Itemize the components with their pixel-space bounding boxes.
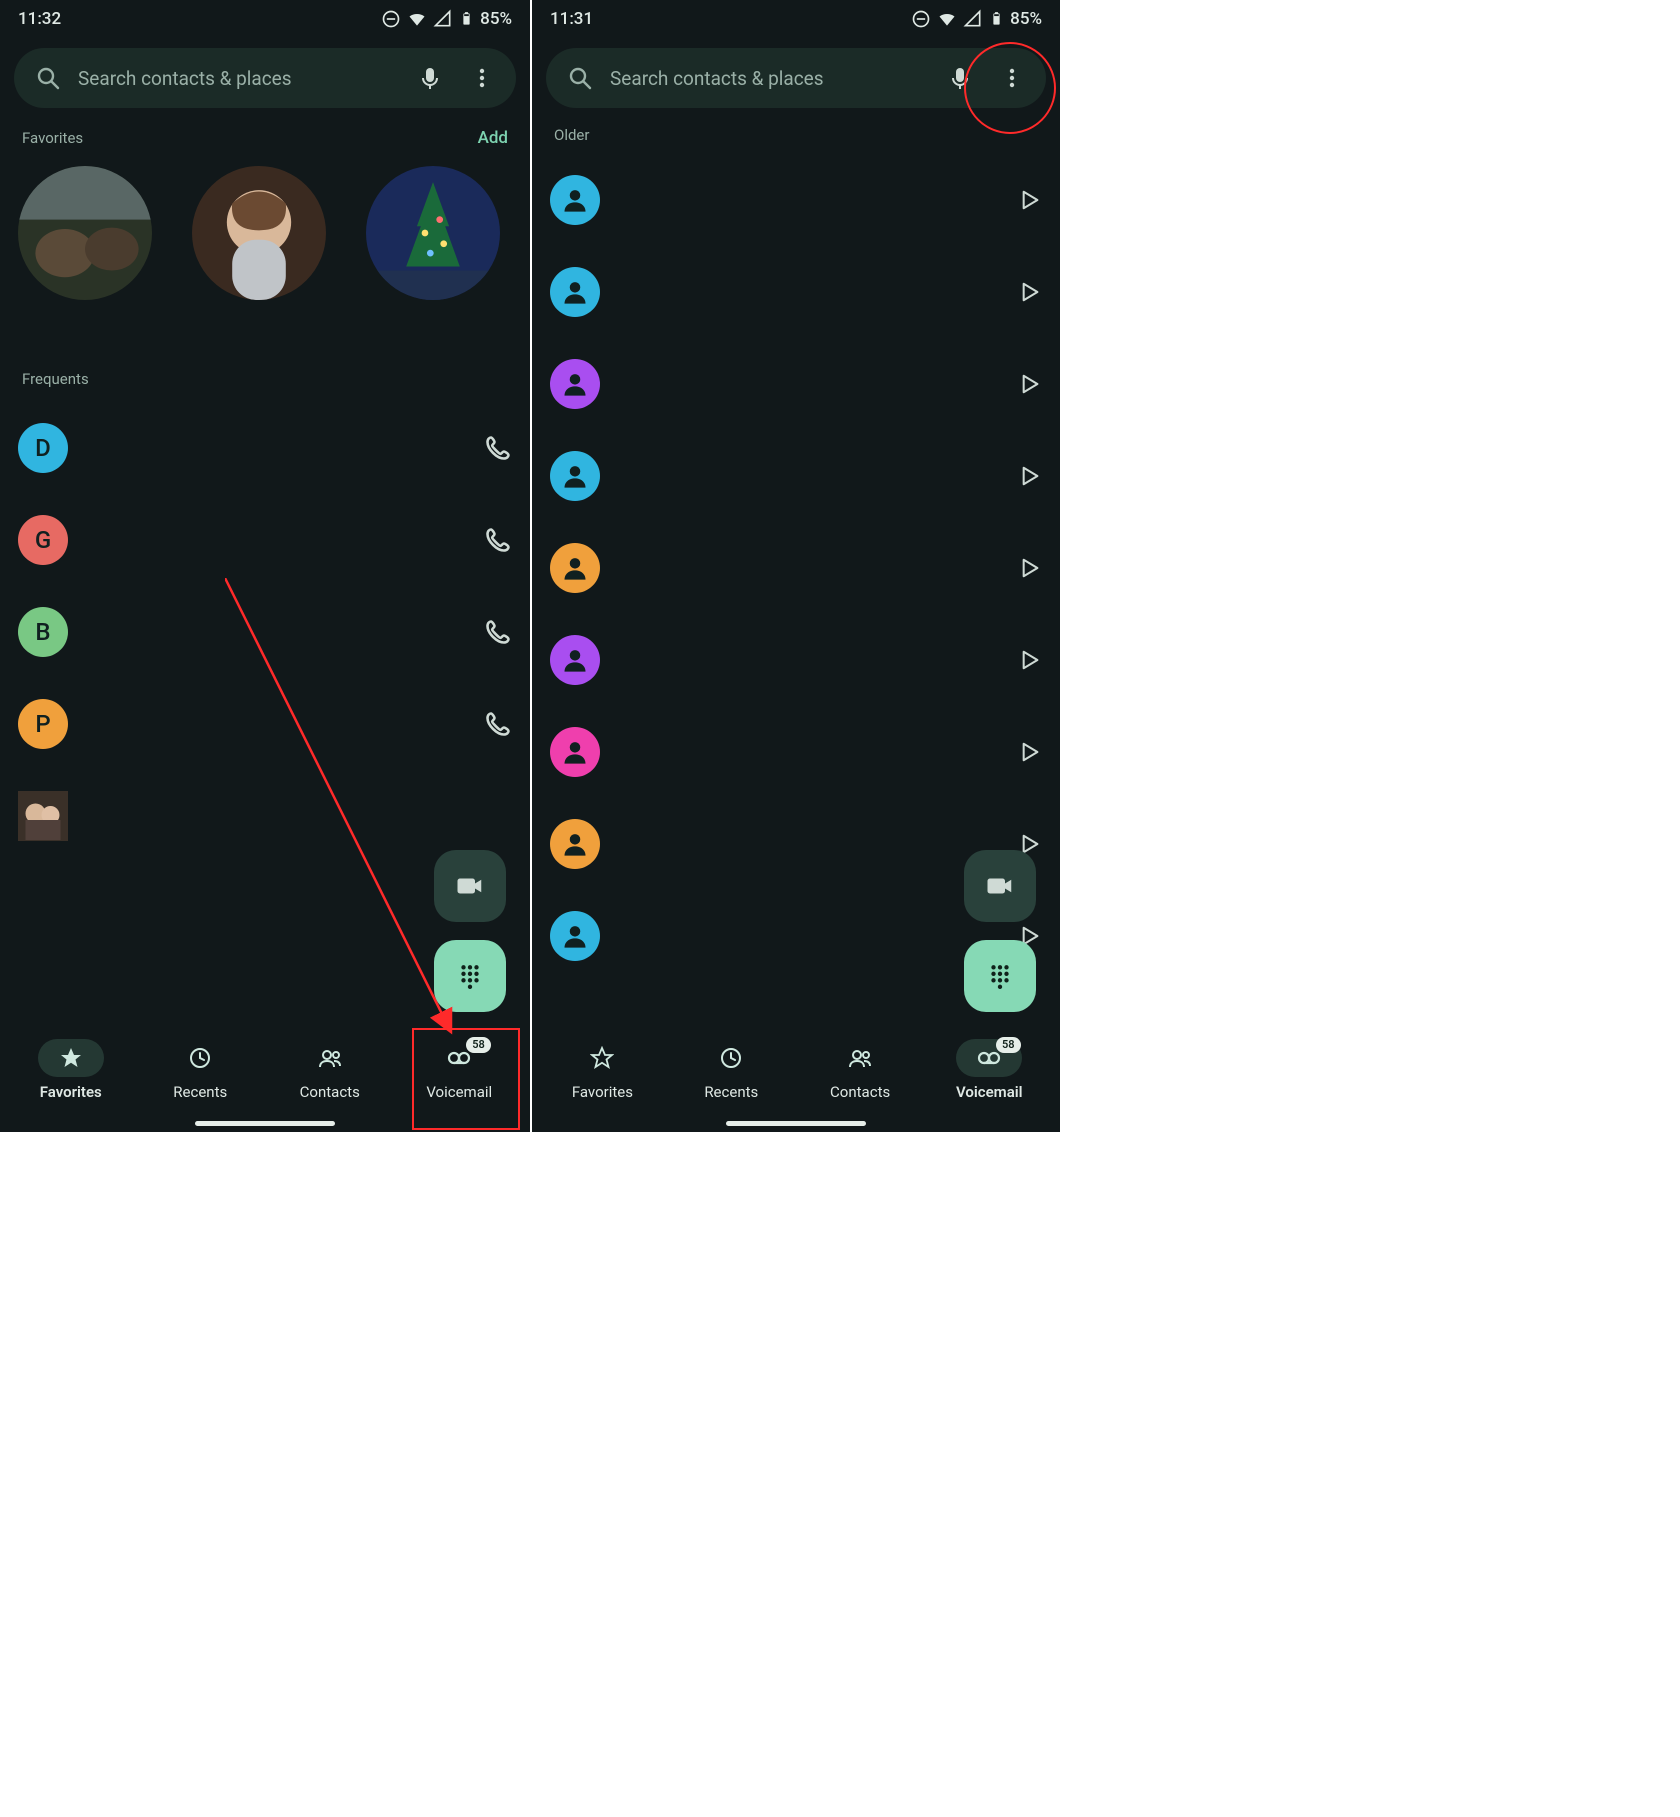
contact-avatar: [550, 635, 600, 685]
star-icon: [59, 1046, 83, 1070]
voicemail-item[interactable]: [550, 522, 1042, 614]
frequents-list: DGBP: [0, 392, 530, 862]
nav-favorites[interactable]: Favorites: [38, 1039, 104, 1101]
voicemail-badge: 58: [996, 1037, 1021, 1053]
status-battery: 85%: [480, 9, 512, 29]
play-icon[interactable]: [1020, 189, 1042, 211]
voicemail-item[interactable]: [550, 154, 1042, 246]
contact-avatar: [550, 175, 600, 225]
status-time: 11:31: [550, 9, 593, 29]
voicemail-item[interactable]: [550, 338, 1042, 430]
favorite-contact[interactable]: [192, 166, 326, 300]
contact-avatar: G: [18, 515, 68, 565]
favorite-contact[interactable]: [366, 166, 500, 300]
home-indicator[interactable]: [726, 1121, 866, 1126]
nav-contacts[interactable]: Contacts: [297, 1039, 363, 1101]
voicemail-item[interactable]: [550, 430, 1042, 522]
dnd-icon: [911, 9, 931, 29]
more-icon[interactable]: [470, 66, 494, 90]
contact-avatar: [550, 911, 600, 961]
contact-avatar: [550, 819, 600, 869]
play-icon[interactable]: [1020, 649, 1042, 671]
nav-recents[interactable]: Recents: [167, 1039, 233, 1101]
nav-voicemail[interactable]: 58 Voicemail: [426, 1039, 492, 1101]
frequent-contact[interactable]: P: [18, 678, 512, 770]
more-icon[interactable]: [1000, 66, 1024, 90]
call-icon[interactable]: [484, 710, 512, 738]
bottom-nav: Favorites Recents Contacts 58 Voicemail: [532, 1024, 1060, 1132]
nav-recents[interactable]: Recents: [698, 1039, 764, 1101]
contact-avatar: [550, 359, 600, 409]
favorites-header: Favorites Add: [0, 108, 530, 152]
play-icon[interactable]: [1020, 557, 1042, 579]
battery-icon: [989, 8, 1004, 30]
star-icon: [590, 1046, 614, 1070]
bottom-nav: Favorites Recents Contacts 58 Voicemail: [0, 1024, 530, 1132]
search-bar[interactable]: Search contacts & places: [546, 48, 1046, 108]
frequent-contact[interactable]: B: [18, 586, 512, 678]
call-icon[interactable]: [484, 434, 512, 462]
signal-icon: [963, 9, 983, 29]
contact-avatar: [550, 451, 600, 501]
favorite-contact[interactable]: [18, 166, 152, 300]
search-placeholder: Search contacts & places: [610, 67, 930, 90]
wifi-icon: [937, 9, 957, 29]
status-bar: 11:32 85%: [0, 0, 530, 36]
favorites-row: [0, 152, 530, 300]
contacts-icon: [318, 1046, 342, 1070]
video-call-fab[interactable]: [964, 850, 1036, 922]
frequent-contact[interactable]: [18, 770, 512, 862]
dnd-icon: [381, 9, 401, 29]
dialpad-fab[interactable]: [964, 940, 1036, 1012]
play-icon[interactable]: [1020, 465, 1042, 487]
call-icon[interactable]: [484, 618, 512, 646]
nav-contacts[interactable]: Contacts: [827, 1039, 893, 1101]
search-bar[interactable]: Search contacts & places: [14, 48, 516, 108]
call-icon[interactable]: [484, 526, 512, 554]
frequents-label: Frequents: [22, 370, 89, 388]
search-placeholder: Search contacts & places: [78, 67, 400, 90]
contact-avatar: B: [18, 607, 68, 657]
play-icon[interactable]: [1020, 281, 1042, 303]
phone-screen-voicemail: 11:31 85% Search contacts & places Older…: [530, 0, 1060, 1132]
contact-avatar: [18, 791, 68, 841]
mic-icon[interactable]: [948, 66, 972, 90]
nav-favorites[interactable]: Favorites: [569, 1039, 635, 1101]
contact-avatar: [550, 727, 600, 777]
voicemail-item[interactable]: [550, 246, 1042, 338]
home-indicator[interactable]: [195, 1121, 335, 1126]
frequent-contact[interactable]: D: [18, 402, 512, 494]
voicemail-item[interactable]: [550, 706, 1042, 798]
battery-icon: [459, 8, 474, 30]
voicemail-badge: 58: [466, 1037, 491, 1053]
video-call-fab[interactable]: [434, 850, 506, 922]
voicemail-item[interactable]: [550, 614, 1042, 706]
contact-avatar: [550, 543, 600, 593]
frequent-contact[interactable]: G: [18, 494, 512, 586]
nav-voicemail[interactable]: 58 Voicemail: [956, 1039, 1023, 1101]
signal-icon: [433, 9, 453, 29]
status-battery: 85%: [1010, 9, 1042, 29]
search-icon: [36, 66, 60, 90]
favorites-label: Favorites: [22, 129, 83, 147]
contact-avatar: D: [18, 423, 68, 473]
status-time: 11:32: [18, 9, 61, 29]
add-favorite-button[interactable]: Add: [478, 128, 508, 148]
contacts-icon: [848, 1046, 872, 1070]
older-label: Older: [554, 126, 589, 144]
phone-screen-favorites: 11:32 85% Search contacts & places Favor…: [0, 0, 530, 1132]
clock-icon: [188, 1046, 212, 1070]
wifi-icon: [407, 9, 427, 29]
play-icon[interactable]: [1020, 741, 1042, 763]
dialpad-fab[interactable]: [434, 940, 506, 1012]
contact-avatar: [550, 267, 600, 317]
contact-avatar: P: [18, 699, 68, 749]
clock-icon: [719, 1046, 743, 1070]
status-bar: 11:31 85%: [532, 0, 1060, 36]
play-icon[interactable]: [1020, 373, 1042, 395]
mic-icon[interactable]: [418, 66, 442, 90]
search-icon: [568, 66, 592, 90]
